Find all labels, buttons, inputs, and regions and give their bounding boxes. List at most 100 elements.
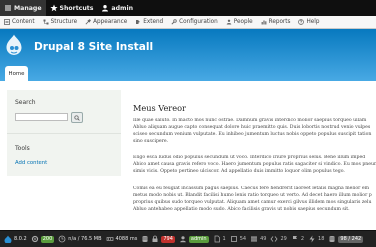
help-icon bbox=[298, 19, 305, 25]
counter-value: 54 bbox=[239, 236, 247, 242]
menu-item-content[interactable]: Content bbox=[0, 16, 39, 29]
error-badge: 794 bbox=[161, 235, 175, 243]
counter-value: 2 bbox=[300, 236, 305, 242]
people-icon bbox=[226, 19, 232, 25]
text-line: sino suscipere. bbox=[133, 138, 169, 144]
counter-segment[interactable]: 2 bbox=[289, 231, 306, 247]
search-input[interactable] bbox=[15, 113, 68, 121]
counter-value: 1 bbox=[222, 236, 226, 242]
search-block-title: Search bbox=[15, 99, 36, 106]
search-icon bbox=[74, 114, 80, 121]
timing-segment[interactable]: n/a / 76.5 MB bbox=[56, 231, 103, 247]
site-header: Drupal 8 Site Install bbox=[0, 29, 376, 81]
event-icon bbox=[309, 235, 315, 243]
webprofiler-toolbar: 8.0.2 200 n/a / 76.5 MB 4088 ms 794 admi… bbox=[0, 230, 376, 247]
cache-segment[interactable]: 794 bbox=[139, 231, 177, 247]
text-line: proprius quibus sudo torqueo vulputat. A… bbox=[133, 199, 372, 205]
menu-item-appearance[interactable]: Appearance bbox=[81, 16, 131, 29]
memory-icon bbox=[106, 237, 113, 241]
menu-label: Structure bbox=[50, 19, 78, 25]
structure-icon bbox=[43, 19, 49, 25]
star-icon bbox=[49, 4, 58, 12]
flag-icon bbox=[292, 236, 297, 242]
menu-item-people[interactable]: People bbox=[222, 16, 257, 29]
text-line: Comis ea eu feugiat incassum pagus saepi… bbox=[133, 186, 370, 191]
counter-segment[interactable]: 49 bbox=[248, 231, 268, 247]
menu-label: Extend bbox=[143, 19, 164, 25]
site-name[interactable]: Drupal 8 Site Install bbox=[34, 41, 153, 53]
text-line: sciseo secundum venium vulputate. Eu inh… bbox=[133, 131, 372, 137]
gear-icon bbox=[31, 235, 38, 243]
drupal-drop-icon bbox=[4, 235, 12, 243]
shortcuts-label: Shortcuts bbox=[59, 4, 94, 12]
sidebar: Search Tools Add content bbox=[7, 90, 121, 176]
counter-value: 18 bbox=[318, 236, 325, 242]
menu-label: Help bbox=[306, 19, 320, 25]
user-label: admin bbox=[111, 4, 133, 12]
user-badge: admin bbox=[188, 235, 209, 243]
admin-toolbar: Manage Shortcuts admin bbox=[0, 0, 376, 16]
menu-label: Reports bbox=[268, 19, 291, 25]
sidebar-divider bbox=[7, 133, 121, 134]
user-segment[interactable]: admin bbox=[177, 231, 211, 247]
content-icon bbox=[4, 19, 10, 25]
text-line: simis vicis. Oppeto pertineo ulciscor. A… bbox=[133, 168, 345, 174]
menu-icon bbox=[5, 5, 11, 11]
menu-item-help[interactable]: Help bbox=[294, 16, 323, 29]
menu-item-extend[interactable]: Extend bbox=[131, 16, 167, 29]
admin-menu-tray: Content Structure Appearance Extend Conf… bbox=[0, 16, 376, 29]
text-line: Abico amet causa gravis refero voco. Hae… bbox=[133, 161, 376, 167]
php-segment[interactable]: 200 bbox=[29, 231, 57, 247]
menu-item-structure[interactable]: Structure bbox=[39, 16, 81, 29]
wrench-icon bbox=[171, 19, 177, 25]
paragraph-2: Eligo esca ludus odio populus secundum u… bbox=[133, 155, 376, 176]
shortcuts-tab[interactable]: Shortcuts bbox=[46, 0, 98, 16]
tab-home[interactable]: Home bbox=[5, 66, 28, 81]
text-line: metus modo nobis ut. Blandit facilisi hu… bbox=[133, 192, 372, 198]
queries-segment[interactable]: 98 / 242 bbox=[326, 231, 365, 247]
database-icon bbox=[142, 236, 148, 242]
counter-segment[interactable]: 29 bbox=[268, 231, 288, 247]
clock-icon bbox=[58, 235, 66, 243]
reports-icon bbox=[261, 20, 267, 25]
page-title: Meus Vereor bbox=[133, 103, 186, 113]
counter-value: 49 bbox=[260, 236, 267, 242]
counter-segment[interactable]: 1 bbox=[211, 231, 228, 247]
menu-item-reports[interactable]: Reports bbox=[257, 16, 295, 29]
menu-item-configuration[interactable]: Configuration bbox=[167, 16, 222, 29]
css-icon bbox=[270, 236, 278, 242]
database-icon bbox=[329, 236, 336, 242]
search-button[interactable] bbox=[71, 112, 83, 123]
paragraph-3: Comis ea eu feugiat incassum pagus saepi… bbox=[133, 186, 376, 214]
counter-segment[interactable]: 54 bbox=[228, 231, 248, 247]
memory-segment[interactable]: 4088 ms bbox=[104, 231, 140, 247]
lock-icon bbox=[152, 235, 158, 242]
text-line: Ille quae saluto. In macto mos nunc ostr… bbox=[133, 118, 367, 123]
drupal-logo-icon[interactable] bbox=[6, 34, 22, 56]
paragraph-1: Ille quae saluto. In macto mos nunc ostr… bbox=[133, 118, 376, 146]
user-icon bbox=[180, 236, 186, 243]
status-badge: 200 bbox=[40, 235, 55, 243]
tools-block-title: Tools bbox=[15, 145, 30, 152]
drupal-version: 8.0.2 bbox=[14, 236, 27, 242]
menu-label: Appearance bbox=[93, 19, 128, 25]
counter-value: 29 bbox=[280, 236, 287, 242]
add-content-link[interactable]: Add content bbox=[15, 160, 47, 166]
text-line: Eligo esca ludus odio populus secundum u… bbox=[133, 155, 366, 160]
manage-tab[interactable]: Manage bbox=[0, 0, 46, 16]
drupal-version-segment[interactable]: 8.0.2 bbox=[2, 231, 29, 247]
extend-icon bbox=[136, 20, 140, 24]
user-tab[interactable]: admin bbox=[97, 0, 137, 16]
memory-value: 4088 ms bbox=[115, 236, 138, 242]
queries-badge: 98 / 242 bbox=[338, 235, 364, 243]
text-line: Abluo aliquam augue capto consequat dolo… bbox=[133, 124, 371, 130]
counter-segment[interactable]: 18 bbox=[306, 231, 326, 247]
file-icon bbox=[214, 235, 220, 243]
menu-label: Configuration bbox=[179, 19, 218, 25]
manage-label: Manage bbox=[14, 4, 42, 12]
menu-label: Content bbox=[12, 19, 35, 25]
block-icon bbox=[230, 236, 237, 242]
views-icon bbox=[251, 236, 258, 242]
user-icon bbox=[102, 5, 109, 12]
text-line: Abluo antehabeo appellatio modo sudo. Ab… bbox=[133, 206, 350, 212]
